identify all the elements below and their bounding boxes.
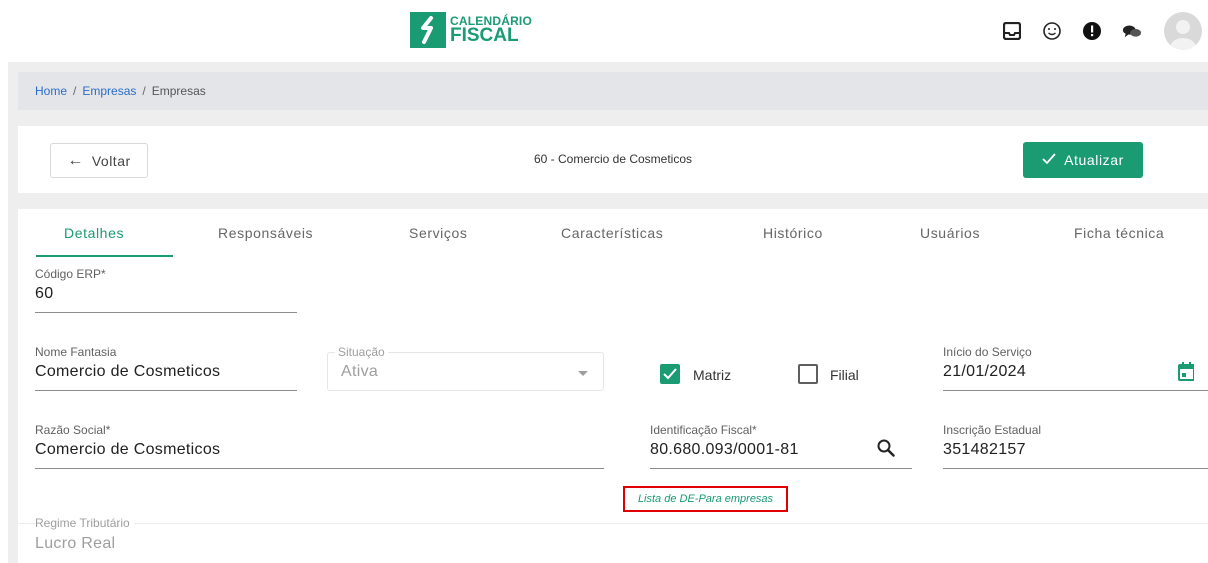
razao-social-label: Razão Social* [35, 423, 111, 437]
check-icon [663, 368, 677, 380]
razao-social-value: Comercio de Cosmeticos [35, 441, 221, 458]
filial-label: Filial [830, 367, 859, 383]
update-button[interactable]: Atualizar [1023, 142, 1143, 178]
identificacao-fiscal-underline [650, 468, 912, 469]
situacao-label-wrap: Situação [335, 345, 388, 359]
tab-caracteristicas[interactable]: Características [561, 225, 663, 241]
search-icon[interactable] [877, 439, 895, 462]
filial-checkbox[interactable] [798, 364, 818, 384]
inicio-servico-field[interactable]: Início do Serviço 21/01/2024 [943, 345, 1032, 381]
de-para-link-highlight: Lista de DE-Para empresas [623, 486, 788, 512]
codigo-erp-field[interactable]: Código ERP* 60 [35, 267, 106, 303]
inicio-servico-value: 21/01/2024 [943, 363, 1027, 380]
smiley-icon[interactable] [1042, 21, 1062, 41]
identificacao-fiscal-value: 80.680.093/0001-81 [650, 441, 799, 458]
dropdown-caret-icon [578, 371, 588, 376]
inscricao-estadual-value: 351482157 [943, 441, 1026, 458]
active-tab-indicator [36, 255, 173, 257]
toolbar-card: ← Voltar 60 - Comercio de Cosmeticos Atu… [18, 126, 1208, 193]
nome-fantasia-value: Comercio de Cosmeticos [35, 363, 221, 380]
inicio-servico-label: Início do Serviço [943, 345, 1032, 359]
update-button-label: Atualizar [1064, 152, 1124, 168]
razao-social-underline [35, 468, 604, 469]
razao-social-field[interactable]: Razão Social* Comercio de Cosmeticos [35, 423, 220, 459]
breadcrumb-home-link[interactable]: Home [35, 84, 67, 98]
tab-servicos[interactable]: Serviços [409, 225, 467, 241]
situacao-value-wrap: Ativa [341, 359, 378, 381]
logo-line2: FISCAL [450, 24, 519, 46]
regime-tributario-value: Lucro Real [35, 535, 116, 552]
situacao-value: Ativa [341, 363, 379, 380]
chat-icon[interactable] [1122, 21, 1142, 41]
top-bar: CALENDÁRIO FISCAL [0, 0, 1208, 62]
situacao-label: Situação [338, 345, 385, 359]
inscricao-estadual-field[interactable]: Inscrição Estadual 351482157 [943, 423, 1041, 459]
nome-fantasia-underline [35, 390, 297, 391]
calendario-fiscal-logo[interactable]: CALENDÁRIO FISCAL [410, 12, 546, 48]
nome-fantasia-field[interactable]: Nome Fantasia Comercio de Cosmeticos [35, 345, 220, 381]
tab-detalhes[interactable]: Detalhes [64, 225, 124, 241]
check-icon [1042, 152, 1056, 168]
codigo-erp-label: Código ERP* [35, 267, 106, 281]
nome-fantasia-label: Nome Fantasia [35, 345, 117, 359]
breadcrumb-separator: / [73, 84, 77, 98]
logo-mark-icon [410, 12, 446, 48]
alert-icon[interactable] [1082, 21, 1102, 41]
tab-responsaveis[interactable]: Responsáveis [218, 225, 313, 241]
identificacao-fiscal-label: Identificação Fiscal* [650, 423, 757, 437]
codigo-erp-value: 60 [35, 285, 54, 302]
user-avatar[interactable] [1164, 12, 1202, 50]
regime-tributario-label-wrap: Regime Tributário [35, 516, 134, 530]
breadcrumb-empresas-link[interactable]: Empresas [82, 84, 136, 98]
inicio-servico-underline [943, 390, 1208, 391]
tab-usuarios[interactable]: Usuários [920, 225, 980, 241]
breadcrumb-current: Empresas [151, 84, 206, 98]
company-form-card: Detalhes Responsáveis Serviços Caracterí… [18, 209, 1208, 563]
identificacao-fiscal-field[interactable]: Identificação Fiscal* 80.680.093/0001-81 [650, 423, 799, 459]
regime-tributario-label: Regime Tributário [35, 516, 130, 530]
inscricao-estadual-underline [943, 468, 1208, 469]
breadcrumb: Home / Empresas / Empresas [18, 72, 1208, 110]
top-icons [1002, 10, 1208, 52]
logo-text: CALENDÁRIO FISCAL [450, 15, 532, 46]
regime-tributario-select [18, 523, 1208, 563]
matriz-label: Matriz [693, 367, 732, 383]
tab-historico[interactable]: Histórico [763, 225, 823, 241]
matriz-checkbox[interactable] [660, 364, 680, 384]
calendar-icon[interactable] [1178, 361, 1195, 386]
codigo-erp-underline [35, 312, 297, 313]
breadcrumb-separator: / [142, 84, 146, 98]
tab-bar: Detalhes Responsáveis Serviços Caracterí… [18, 209, 1208, 257]
inscricao-estadual-label: Inscrição Estadual [943, 423, 1042, 437]
regime-tributario-value-wrap: Lucro Real [35, 531, 115, 553]
de-para-empresas-link[interactable]: Lista de DE-Para empresas [638, 493, 773, 505]
tab-ficha-tecnica[interactable]: Ficha técnica [1074, 225, 1164, 241]
inbox-icon[interactable] [1002, 21, 1022, 41]
